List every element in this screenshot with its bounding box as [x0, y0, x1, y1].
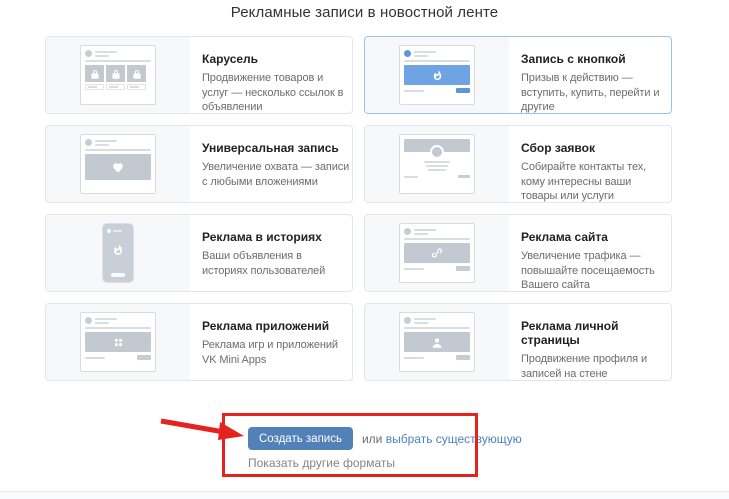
lead-form-mock [399, 134, 475, 194]
page-title: Рекламные записи в новостной ленте [0, 4, 729, 21]
mock-button [456, 355, 470, 360]
lead-forms-thumbnail [365, 126, 509, 202]
mock-button [456, 88, 470, 93]
link-icon [431, 247, 443, 259]
lock-icon [91, 69, 99, 79]
avatar [430, 145, 444, 159]
card-title: Карусель [202, 52, 350, 66]
story-phone-mock [103, 224, 133, 282]
card-title: Реклама сайта [521, 230, 669, 244]
avatar [404, 317, 411, 324]
ad-formats-grid: Карусель Продвижение товаров и услуг — н… [45, 36, 672, 381]
card-description: Увеличение трафика — повышайте посещаемо… [521, 249, 669, 292]
lock-icon [112, 69, 120, 79]
lock-icon [133, 69, 141, 79]
footer-actions: Создать запись или выбрать существующую [248, 427, 522, 450]
stories-thumbnail [46, 215, 190, 291]
personal-page-thumbnail [365, 304, 509, 380]
post-mock [399, 223, 475, 283]
card-title: Запись с кнопкой [521, 52, 669, 66]
card-description: Продвижение товаров и услуг — несколько … [202, 71, 350, 114]
flame-icon [103, 244, 133, 256]
avatar [404, 50, 411, 57]
choose-existing-link[interactable]: выбрать существующую [386, 432, 522, 446]
avatar [85, 139, 92, 146]
carousel-thumbnail [46, 37, 190, 113]
page-bottom-divider [0, 491, 729, 499]
card-universal-post[interactable]: Универсальная запись Увеличение охвата —… [45, 125, 353, 203]
post-mock [80, 134, 156, 194]
user-icon [431, 337, 443, 348]
universal-post-thumbnail [46, 126, 190, 202]
post-mock [80, 312, 156, 372]
app-ads-thumbnail [46, 304, 190, 380]
or-text: или [362, 432, 382, 446]
avatar [85, 50, 92, 57]
post-mock [399, 312, 475, 372]
card-website-ads[interactable]: Реклама сайта Увеличение трафика — повыш… [364, 214, 672, 292]
annotation-arrow [156, 413, 248, 443]
card-description: Реклама игр и приложений VK Mini Apps [202, 338, 350, 367]
card-title: Реклама приложений [202, 319, 350, 333]
card-description: Ваши объявления в историях пользователей [202, 249, 350, 278]
post-with-button-thumbnail [365, 37, 509, 113]
card-carousel[interactable]: Карусель Продвижение товаров и услуг — н… [45, 36, 353, 114]
card-post-with-button[interactable]: Запись с кнопкой Призыв к действию — вст… [364, 36, 672, 114]
card-title: Реклама личной страницы [521, 319, 669, 347]
mini-apps-grid-icon [113, 337, 124, 348]
mock-button [456, 266, 470, 271]
avatar [85, 317, 92, 324]
card-stories-ads[interactable]: Реклама в историях Ваши объявления в ист… [45, 214, 353, 292]
card-description: Увеличение охвата — записи с любыми влож… [202, 160, 350, 189]
card-title: Универсальная запись [202, 141, 350, 155]
mock-button [137, 355, 151, 360]
card-description: Собирайте контакты тех, кому интересны в… [521, 160, 669, 203]
avatar [404, 228, 411, 235]
card-title: Сбор заявок [521, 141, 669, 155]
card-title: Реклама в историях [202, 230, 350, 244]
card-app-ads[interactable]: Реклама приложений Реклама игр и приложе… [45, 303, 353, 381]
card-personal-page-ads[interactable]: Реклама личной страницы Продвижение проф… [364, 303, 672, 381]
flame-icon [432, 70, 443, 81]
avatar [107, 229, 111, 233]
heart-icon [112, 162, 124, 173]
post-mock [399, 45, 475, 105]
show-other-formats-link[interactable]: Показать другие форматы [248, 456, 395, 470]
website-ads-thumbnail [365, 215, 509, 291]
mock-button [111, 273, 125, 277]
carousel-post-mock [80, 45, 156, 105]
card-description: Призыв к действию — вступить, купить, пе… [521, 71, 669, 114]
create-post-button[interactable]: Создать запись [248, 427, 353, 450]
card-lead-forms[interactable]: Сбор заявок Собирайте контакты тех, кому… [364, 125, 672, 203]
card-description: Продвижение профиля и записей на стене [521, 352, 669, 381]
